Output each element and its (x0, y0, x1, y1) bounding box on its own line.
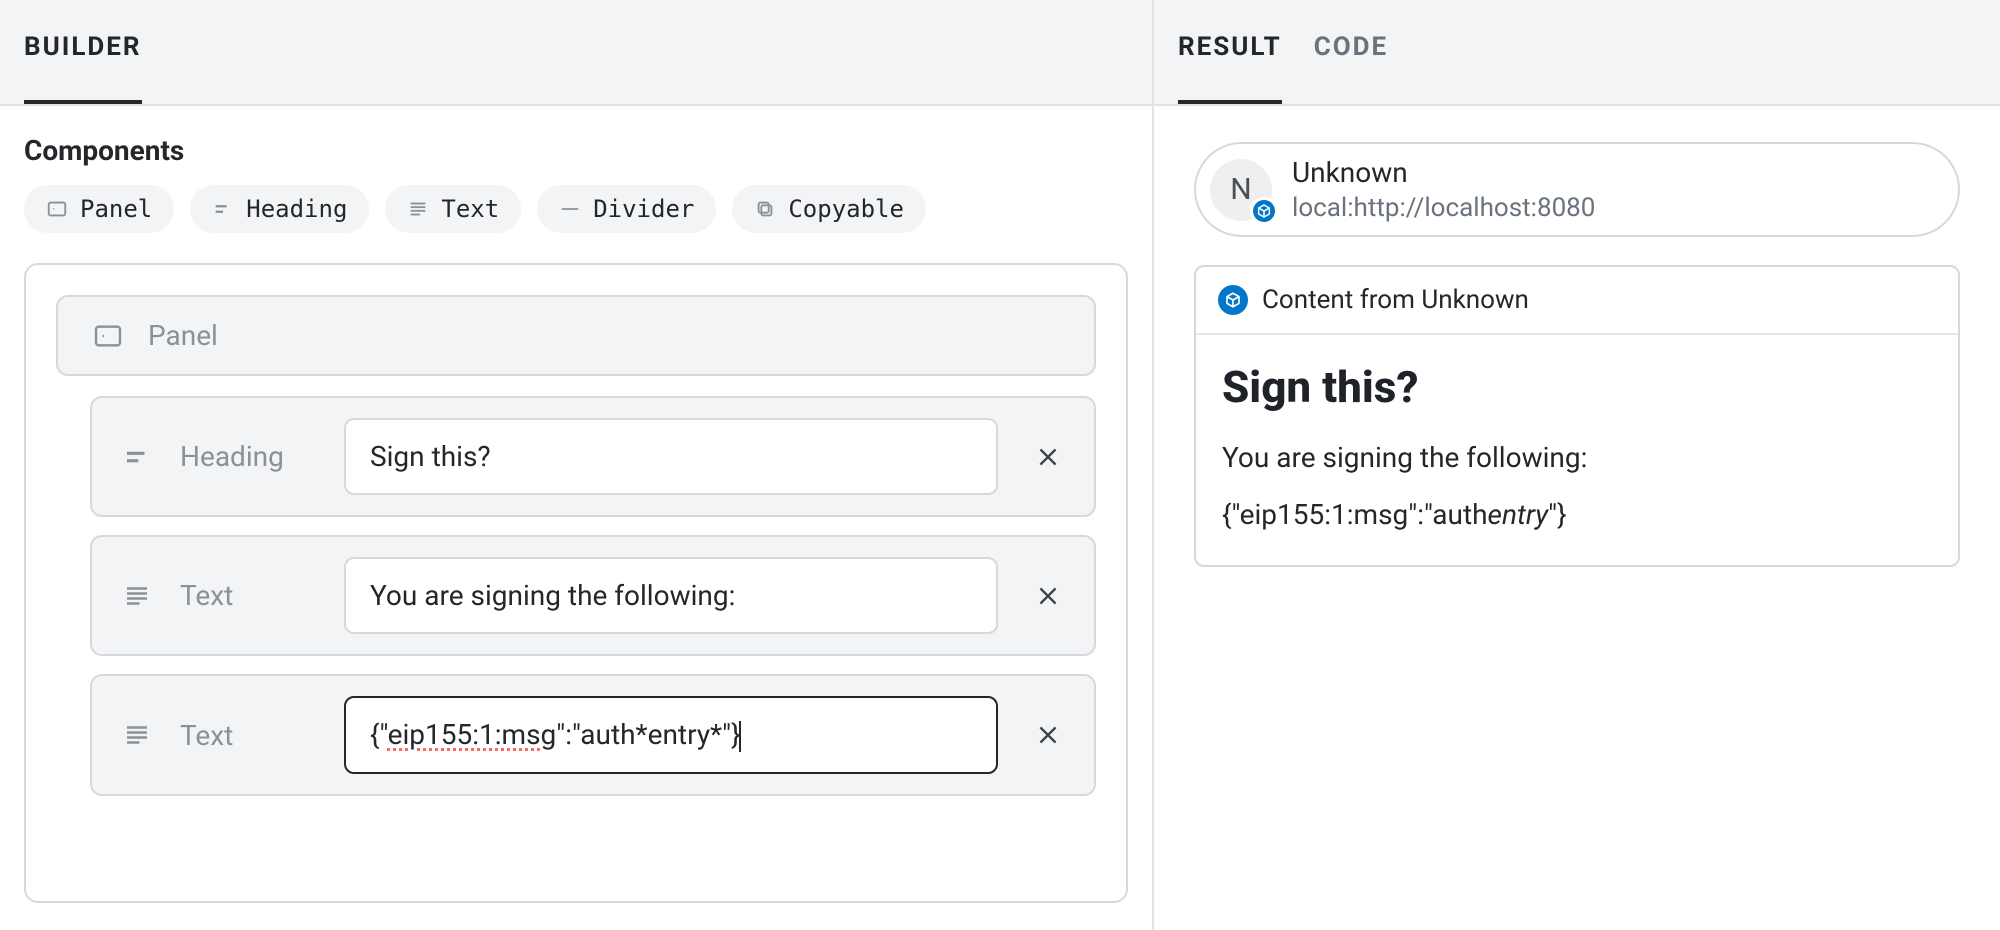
tab-code[interactable]: CODE (1314, 32, 1388, 104)
result-header-text: Content from Unknown (1262, 285, 1529, 315)
builder-canvas: Panel Heading Text (24, 263, 1128, 903)
result-header: Content from Unknown (1196, 267, 1958, 335)
chip-label: Heading (246, 195, 347, 223)
result-text-1: You are signing the following: (1222, 441, 1932, 474)
row-heading[interactable]: Heading (90, 396, 1096, 517)
text-icon (122, 720, 156, 750)
divider-icon (559, 198, 581, 220)
chip-copyable[interactable]: Copyable (732, 185, 926, 233)
origin-url: local:http://localhost:8080 (1292, 193, 1595, 223)
text-input-2[interactable]: {"eip155:1:msg":"auth*entry*"} (344, 696, 998, 774)
row-type-label: Heading (180, 440, 320, 473)
chip-heading[interactable]: Heading (190, 185, 369, 233)
panel-block[interactable]: Panel (56, 295, 1096, 376)
avatar-wrap: N (1210, 159, 1272, 221)
remove-row-button[interactable] (1022, 570, 1074, 622)
result-tab-bar: RESULT CODE (1154, 0, 2000, 106)
copyable-icon (754, 198, 776, 220)
tab-builder[interactable]: BUILDER (24, 32, 142, 104)
result-heading: Sign this? (1222, 361, 1932, 413)
text-icon (122, 581, 156, 611)
remove-row-button[interactable] (1022, 431, 1074, 483)
chip-text[interactable]: Text (385, 185, 521, 233)
chip-label: Text (441, 195, 499, 223)
components-title: Components (24, 134, 1128, 167)
snap-badge-icon (1250, 197, 1278, 225)
row-type-label: Text (180, 579, 320, 612)
row-text-2[interactable]: Text {"eip155:1:msg":"auth*entry*"} (90, 674, 1096, 796)
text-icon (407, 198, 429, 220)
row-type-label: Text (180, 719, 320, 752)
row-text-1[interactable]: Text (90, 535, 1096, 656)
chip-label: Divider (593, 195, 694, 223)
heading-icon (212, 198, 234, 220)
chip-label: Panel (80, 195, 152, 223)
panel-icon (92, 320, 124, 352)
result-text-2: {"eip155:1:msg":"authentry"} (1222, 498, 1932, 531)
panel-icon (46, 198, 68, 220)
origin-pill[interactable]: N Unknown local:http://localhost:8080 (1194, 142, 1960, 237)
components-chip-row: Panel Heading Text (24, 185, 1128, 233)
builder-tab-bar: BUILDER (0, 0, 1152, 106)
result-card: Content from Unknown Sign this? You are … (1194, 265, 1960, 567)
chip-panel[interactable]: Panel (24, 185, 174, 233)
chip-label: Copyable (788, 195, 904, 223)
text-input-1[interactable] (344, 557, 998, 634)
heading-icon (122, 442, 156, 472)
heading-input[interactable] (344, 418, 998, 495)
cube-icon (1218, 285, 1248, 315)
remove-row-button[interactable] (1022, 709, 1074, 761)
tab-result[interactable]: RESULT (1178, 32, 1282, 104)
panel-label: Panel (148, 319, 218, 352)
origin-name: Unknown (1292, 156, 1595, 189)
chip-divider[interactable]: Divider (537, 185, 716, 233)
